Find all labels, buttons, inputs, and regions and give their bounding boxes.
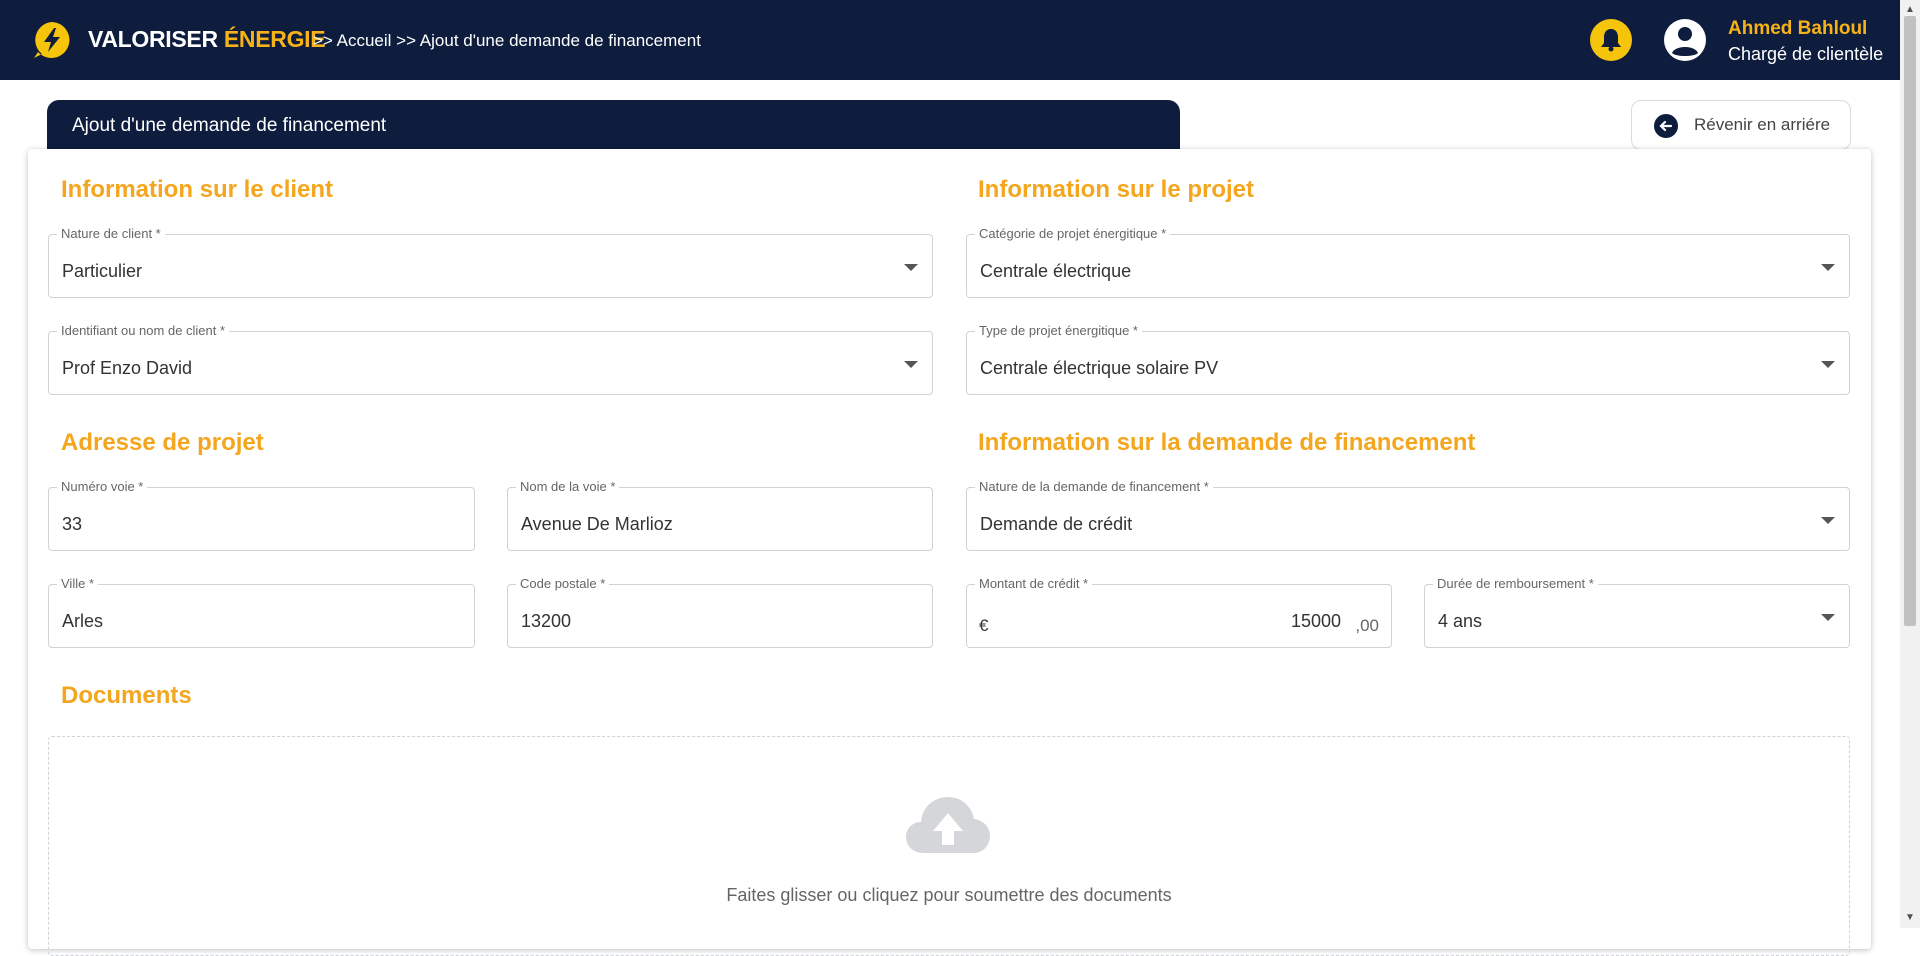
document-dropzone[interactable]: Faites glisser ou cliquez pour soumettre… [48,736,1850,956]
repayment-duration-label: Durée de remboursement * [1433,576,1598,591]
client-nature-select[interactable]: Nature de client * Particulier [48,226,933,298]
user-role: Chargé de clientèle [1728,44,1884,64]
currency-symbol: € [979,616,989,635]
documents-section-title: Documents [61,682,192,709]
repayment-duration-select[interactable]: Durée de remboursement * 4 ans [1424,576,1850,648]
city-input[interactable]: Ville * Arles [48,576,475,648]
user-avatar-icon[interactable] [1664,19,1706,61]
client-nature-label: Nature de client * [57,226,165,241]
credit-amount-input[interactable]: Montant de crédit * € 15000 ,00 [966,576,1392,648]
dropdown-caret-icon [904,264,918,271]
project-type-value: Centrale électrique solaire PV [980,358,1219,378]
client-identifier-select[interactable]: Identifiant ou nom de client * Prof Enzo… [48,323,933,395]
user-name[interactable]: Ahmed Bahloul [1728,18,1867,40]
page-scrollbar[interactable]: ▲ ▼ [1900,0,1920,928]
top-bar: VALORISER ÉNERGIE >> Accueil >> Ajout d'… [0,0,1900,80]
brand-name-left: VALORISER [88,26,218,52]
street-name-value: Avenue De Marlioz [521,514,673,534]
street-name-input[interactable]: Nom de la voie * Avenue De Marlioz [507,479,933,551]
address-section-title: Adresse de projet [61,429,264,456]
back-button[interactable]: Révenir en arriére [1631,100,1851,150]
cloud-upload-icon [906,797,990,853]
city-value: Arles [62,611,104,631]
project-section-title: Information sur le projet [978,176,1255,203]
financing-nature-select[interactable]: Nature de la demande de financement * De… [966,479,1850,551]
client-identifier-value: Prof Enzo David [62,358,193,378]
city-label: Ville * [57,576,99,591]
scroll-up-arrow-icon[interactable]: ▲ [1905,4,1915,15]
brand-name[interactable]: VALORISER ÉNERGIE [88,26,326,53]
client-identifier-label: Identifiant ou nom de client * [57,323,230,338]
dropdown-caret-icon [1821,517,1835,524]
client-section-title: Information sur le client [61,176,334,203]
financing-section-title: Information sur la demande de financemen… [978,429,1476,456]
credit-amount-cents: ,00 [1355,616,1379,635]
breadcrumb[interactable]: >> Accueil >> Ajout d'une demande de fin… [313,31,701,51]
back-button-label: Révenir en arriére [1694,115,1831,134]
credit-amount-value: 15000 [1290,611,1341,631]
dropdown-caret-icon [904,361,918,368]
dropzone-text: Faites glisser ou cliquez pour soumettre… [726,885,1172,905]
project-category-value: Centrale électrique [980,261,1132,281]
lightning-logo-icon[interactable] [32,20,72,60]
street-name-label: Nom de la voie * [516,479,620,494]
project-type-select[interactable]: Type de projet énergitique * Centrale él… [966,323,1850,395]
notifications-button[interactable] [1590,19,1632,61]
postal-code-value: 13200 [521,611,572,631]
scroll-down-arrow-icon[interactable]: ▼ [1905,912,1915,923]
street-number-label: Numéro voie * [57,479,148,494]
project-type-label: Type de projet énergitique * [975,323,1142,338]
bell-icon [1601,29,1621,52]
scrollbar-thumb[interactable] [1904,16,1916,626]
dropdown-caret-icon [1821,361,1835,368]
arrow-left-icon [1654,114,1678,138]
repayment-duration-value: 4 ans [1438,611,1483,631]
financing-nature-label: Nature de la demande de financement * [975,479,1213,494]
financing-nature-value: Demande de crédit [980,514,1133,534]
project-category-select[interactable]: Catégorie de projet énergitique * Centra… [966,226,1850,298]
street-number-value: 33 [62,514,83,534]
credit-amount-label: Montant de crédit * [975,576,1093,591]
dropdown-caret-icon [1821,614,1835,621]
brand-name-accent: ÉNERGIE [223,26,326,52]
client-nature-value: Particulier [62,261,143,281]
dropdown-caret-icon [1821,264,1835,271]
postal-code-input[interactable]: Code postale * 13200 [507,576,933,648]
street-number-input[interactable]: Numéro voie * 33 [48,479,475,551]
postal-code-label: Code postale * [516,576,610,591]
page-title: Ajout d'une demande de financement [72,115,387,136]
page-title-tab: Ajout d'une demande de financement [47,100,1180,152]
project-category-label: Catégorie de projet énergitique * [975,226,1171,241]
